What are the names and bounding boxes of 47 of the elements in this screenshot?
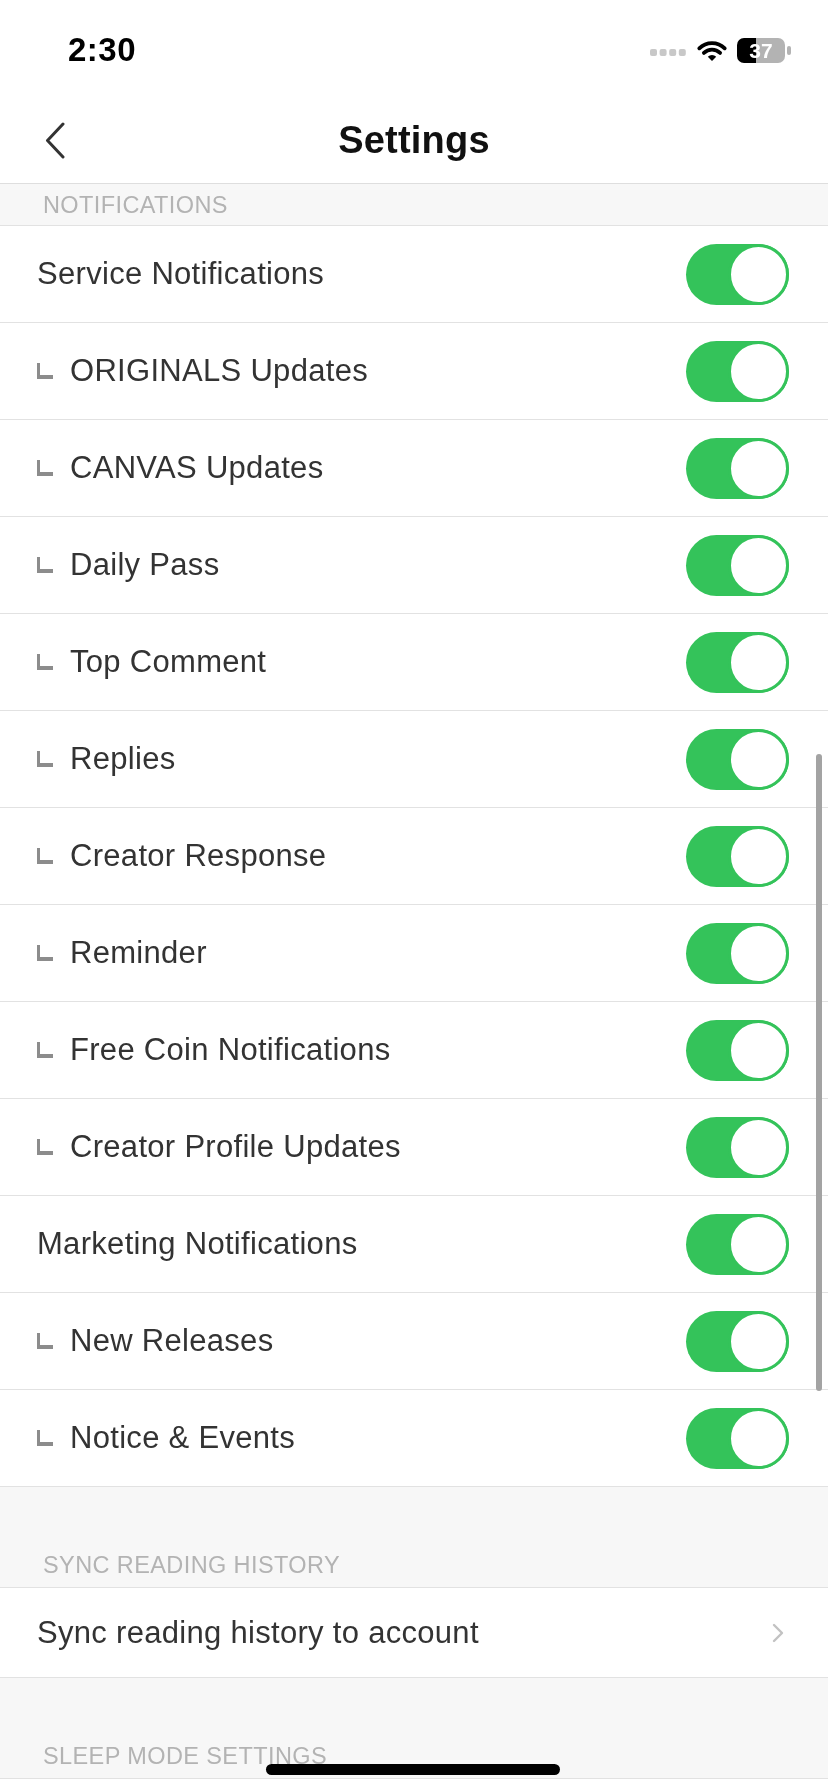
setting-label: Creator Response (70, 838, 328, 874)
setting-label: Top Comment (70, 644, 268, 680)
setting-label: Marketing Notifications (37, 1226, 359, 1262)
setting-label: Notice & Events (70, 1420, 297, 1456)
setting-label: Reminder (70, 935, 208, 971)
toggle-switch[interactable] (686, 1310, 789, 1372)
section-title: SYNC READING HISTORY (43, 1551, 341, 1579)
wifi-icon (696, 38, 728, 62)
indent-corner-icon (37, 1430, 53, 1446)
setting-label: Replies (70, 741, 177, 777)
toggle-switch[interactable] (686, 1213, 789, 1275)
toggle-switch[interactable] (686, 437, 789, 499)
toggle-switch[interactable] (686, 1116, 789, 1178)
indent-corner-icon (37, 460, 53, 476)
indent-corner-icon (37, 654, 53, 670)
status-time: 2:30 (68, 31, 137, 69)
toggle-switch[interactable] (686, 243, 789, 305)
setting-label: CANVAS Updates (70, 450, 325, 486)
battery-cap-icon (787, 45, 791, 55)
indent-corner-icon (37, 557, 53, 573)
toggle-switch[interactable] (686, 534, 789, 596)
indent-corner-icon (37, 1042, 53, 1058)
toggle-switch[interactable] (686, 631, 789, 693)
setting-label: New Releases (70, 1323, 275, 1359)
indent-corner-icon (37, 848, 53, 864)
indent-corner-icon (37, 945, 53, 961)
setting-label: Free Coin Notifications (70, 1032, 392, 1068)
signal-icon (650, 48, 686, 56)
toggle-switch[interactable] (686, 922, 789, 984)
toggle-switch[interactable] (686, 1407, 789, 1469)
indent-corner-icon (37, 363, 53, 379)
toggle-switch[interactable] (686, 825, 789, 887)
toggle-switch[interactable] (686, 340, 789, 402)
toggle-switch[interactable] (686, 1019, 789, 1081)
indent-corner-icon (37, 1333, 53, 1349)
back-icon[interactable] (45, 122, 65, 159)
toggle-switch[interactable] (686, 728, 789, 790)
section-title: NOTIFICATIONS (43, 191, 228, 219)
setting-label: Daily Pass (70, 547, 221, 583)
section-title: SLEEP MODE SETTINGS (43, 1742, 327, 1770)
setting-label: ORIGINALS Updates (70, 353, 369, 389)
setting-label: Creator Profile Updates (70, 1129, 402, 1165)
page-title: Settings (338, 119, 490, 162)
indent-corner-icon (37, 1139, 53, 1155)
setting-label: Service Notifications (37, 256, 326, 292)
chevron-right-icon (772, 1622, 784, 1643)
indent-corner-icon (37, 751, 53, 767)
